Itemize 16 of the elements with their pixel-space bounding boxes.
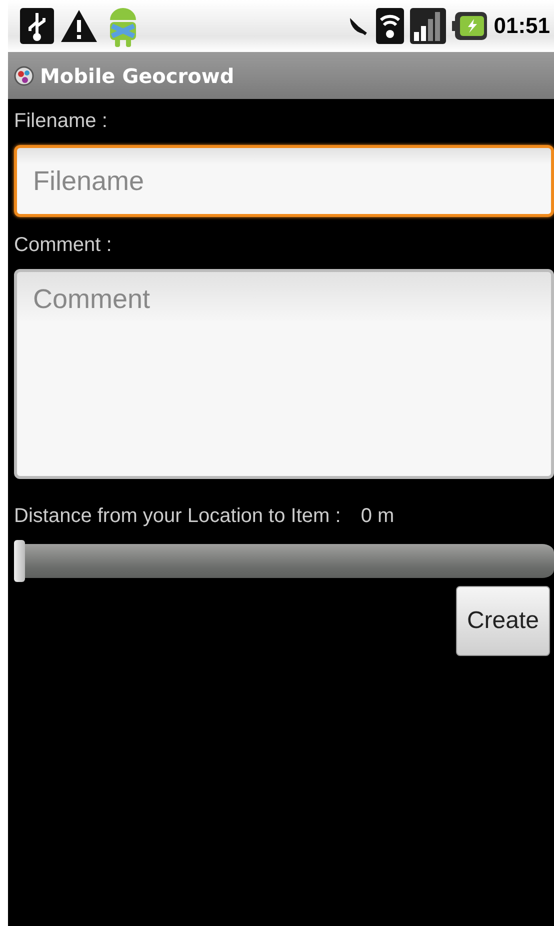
globe-icon [14, 66, 34, 86]
distance-reading: 0 m [360, 505, 394, 528]
field-label: Filename : [14, 109, 108, 134]
slider-thumb[interactable] [14, 540, 25, 582]
wifi-icon [376, 8, 404, 44]
battery-icon [452, 11, 488, 41]
usb-icon [20, 8, 54, 44]
create-button[interactable]: Create [456, 586, 550, 656]
warning-icon [60, 9, 98, 43]
status-time: 01:51 [494, 13, 550, 39]
app-title: Mobile Geocrowd [40, 64, 234, 88]
distance-label: Distance from your Location to Item : [14, 505, 341, 528]
filename-field[interactable]: Filename [14, 145, 554, 217]
signal-icon [410, 8, 446, 44]
comment-field[interactable]: Comment [14, 269, 554, 479]
field-label: Comment : [14, 233, 113, 258]
